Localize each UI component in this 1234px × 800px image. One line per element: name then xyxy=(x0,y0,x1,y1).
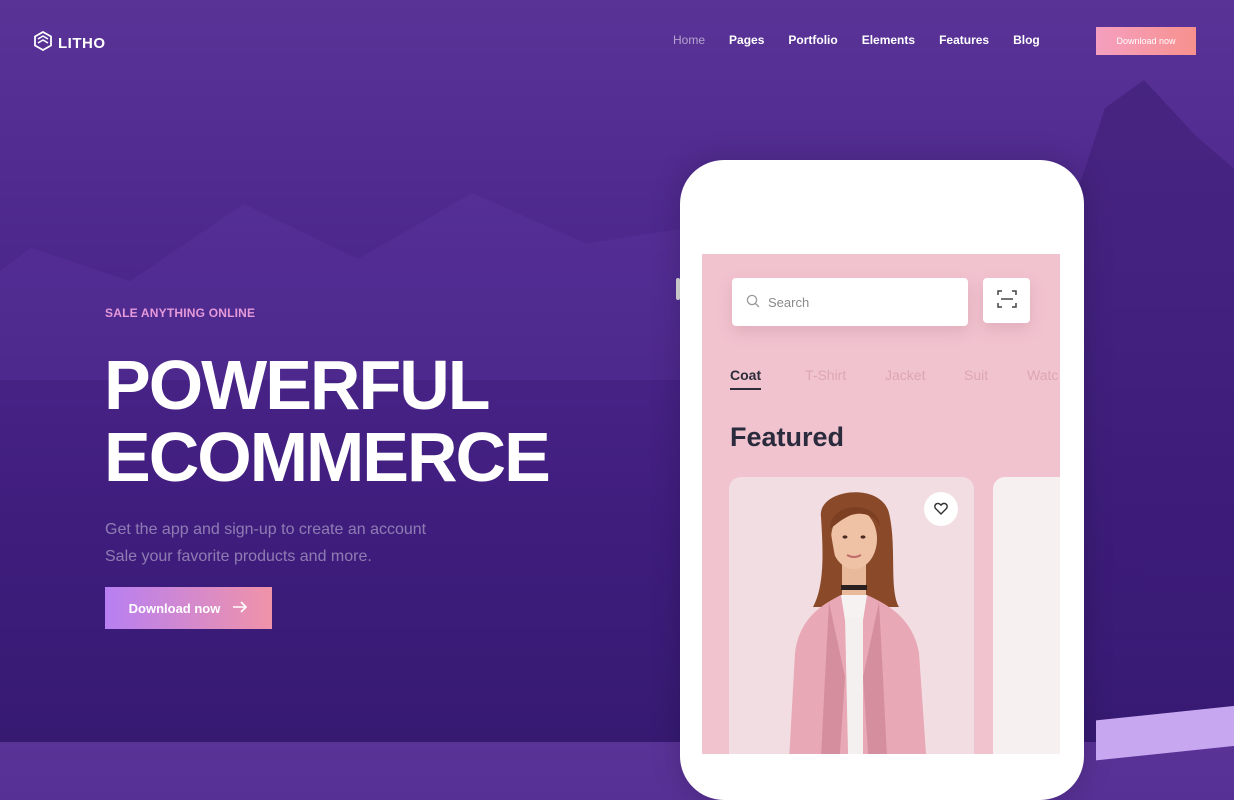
featured-title: Featured xyxy=(730,422,845,452)
heart-icon xyxy=(934,500,948,519)
nav-item-pages[interactable]: Pages xyxy=(729,33,764,47)
nav-item-home[interactable]: Home xyxy=(673,33,705,47)
phone-screen: Coat T-Shirt Jacket Suit Watc Featured xyxy=(702,254,1060,754)
category-tab-jacket[interactable]: Jacket xyxy=(885,367,925,383)
corner-decoration xyxy=(1096,703,1234,761)
headline-line-1: POWERFUL xyxy=(104,346,491,424)
headline-line-2: ECOMMERCE xyxy=(104,418,551,496)
product-card[interactable] xyxy=(729,477,974,754)
hero-eyebrow: SALE ANYTHING ONLINE xyxy=(105,306,256,320)
favorite-button[interactable] xyxy=(924,492,958,526)
logo-text: LITHO xyxy=(58,34,106,52)
scan-button[interactable] xyxy=(983,278,1030,323)
nav-item-blog[interactable]: Blog xyxy=(1013,33,1040,47)
hero-subtext: Get the app and sign-up to create an acc… xyxy=(105,516,426,570)
hero-download-button[interactable]: Download now xyxy=(105,587,272,629)
logo[interactable]: LITHO xyxy=(34,30,106,55)
arrow-right-icon xyxy=(232,600,248,616)
logo-icon xyxy=(34,30,52,55)
subtext-line-1: Get the app and sign-up to create an acc… xyxy=(105,521,427,538)
subtext-line-2: Sale your favorite products and more. xyxy=(105,548,372,565)
category-tab-coat[interactable]: Coat xyxy=(730,367,762,390)
phone-search-bar[interactable] xyxy=(732,278,968,326)
category-tab-watch[interactable]: Watc xyxy=(1027,367,1058,383)
hero-download-label: Download now xyxy=(128,600,221,616)
nav-item-portfolio[interactable]: Portfolio xyxy=(788,33,837,47)
category-tab-tshirt[interactable]: T-Shirt xyxy=(805,367,846,383)
category-tab-suit[interactable]: Suit xyxy=(964,367,988,383)
scan-icon xyxy=(996,289,1017,312)
header-download-button[interactable]: Download now xyxy=(1096,27,1196,55)
main-nav: Home Pages Portfolio Elements Features B… xyxy=(673,33,1064,47)
site-header: LITHO Home Pages Portfolio Elements Feat… xyxy=(0,0,1234,82)
nav-item-features[interactable]: Features xyxy=(939,33,989,47)
product-card-next[interactable] xyxy=(993,477,1060,754)
nav-item-elements[interactable]: Elements xyxy=(862,33,915,47)
search-icon xyxy=(746,293,760,312)
hero-headline: POWERFUL ECOMMERCE xyxy=(104,346,551,496)
search-input[interactable] xyxy=(766,293,960,311)
